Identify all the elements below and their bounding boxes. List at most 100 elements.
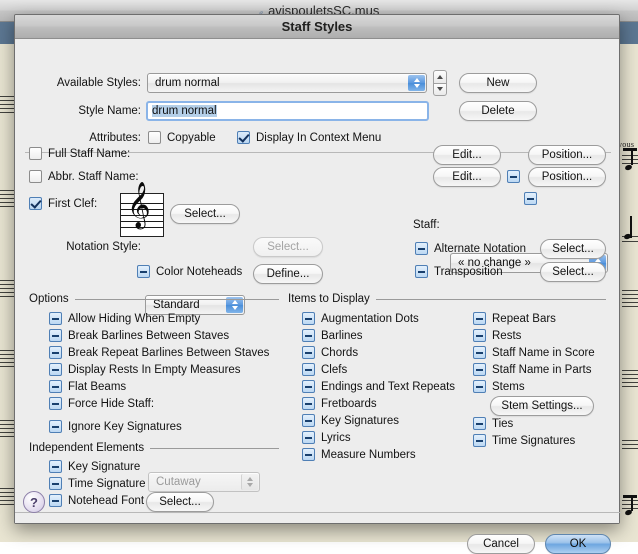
notehead-font-checkbox[interactable]: [49, 494, 62, 507]
clefs-checkbox[interactable]: [302, 363, 315, 376]
time-signatures-checkbox[interactable]: [473, 434, 486, 447]
staff-name-in-parts-checkbox[interactable]: [473, 363, 486, 376]
fretboards-checkbox[interactable]: [302, 397, 315, 410]
repeat-bars-checkbox[interactable]: [473, 312, 486, 325]
full-staff-name-edit-button[interactable]: Edit...: [433, 145, 501, 165]
display-time-signatures[interactable]: Time Signatures: [473, 434, 575, 447]
display-repeat-bars[interactable]: Repeat Bars: [473, 312, 556, 325]
break-barlines-between-staves-checkbox[interactable]: [49, 329, 62, 342]
treble-clef-icon: 𝄞: [127, 185, 151, 225]
staff-popup-label: Staff:: [413, 219, 440, 231]
rests-checkbox[interactable]: [473, 329, 486, 342]
option-break-barlines-between-staves[interactable]: Break Barlines Between Staves: [49, 329, 229, 342]
display-rests[interactable]: Rests: [473, 329, 521, 342]
time-signature-checkbox[interactable]: [49, 477, 62, 490]
help-button[interactable]: ?: [23, 491, 45, 513]
copyable-checkbox-row[interactable]: Copyable: [148, 131, 216, 144]
display-chords[interactable]: Chords: [302, 346, 358, 359]
copyable-checkbox[interactable]: [148, 131, 161, 144]
display-lyrics[interactable]: Lyrics: [302, 431, 351, 444]
popup-arrows-icon[interactable]: [408, 75, 425, 91]
alternate-notation-checkbox[interactable]: [415, 242, 428, 255]
rests-label: Rests: [492, 330, 521, 342]
display-rests-in-empty-measures-checkbox[interactable]: [49, 363, 62, 376]
option-force-hide-staff[interactable]: Force Hide Staff:: [49, 397, 154, 410]
ok-button[interactable]: OK: [545, 534, 611, 554]
full-staff-name-checkbox[interactable]: [29, 147, 42, 160]
independent-time-signature[interactable]: Time Signature: [49, 477, 146, 490]
ties-checkbox[interactable]: [473, 417, 486, 430]
lyrics-checkbox[interactable]: [302, 431, 315, 444]
option-break-repeat-barlines-between-staves[interactable]: Break Repeat Barlines Between Staves: [49, 346, 269, 359]
abbr-staff-name-row[interactable]: Abbr. Staff Name:: [29, 170, 139, 183]
force-hide-staff-checkbox[interactable]: [49, 397, 62, 410]
display-stems[interactable]: Stems: [473, 380, 525, 393]
measure-numbers-checkbox[interactable]: [302, 448, 315, 461]
available-styles-popup[interactable]: drum normal: [147, 73, 427, 93]
ignore-key-signatures-checkbox[interactable]: [49, 420, 62, 433]
full-staff-name-position-checkbox[interactable]: [507, 170, 520, 183]
endings-and-text-repeats-checkbox[interactable]: [302, 380, 315, 393]
display-measure-numbers[interactable]: Measure Numbers: [302, 448, 416, 461]
allow-hiding-when-empty-checkbox[interactable]: [49, 312, 62, 325]
stepper-up-icon[interactable]: [433, 70, 447, 83]
lyrics-label: Lyrics: [321, 432, 351, 444]
alternate-notation-row[interactable]: Alternate Notation: [415, 242, 526, 255]
display-clefs[interactable]: Clefs: [302, 363, 347, 376]
abbr-staff-name-position-checkbox[interactable]: [524, 192, 537, 205]
display-augmentation-dots[interactable]: Augmentation Dots: [302, 312, 419, 325]
independent-key-signature[interactable]: Key Signature: [49, 460, 140, 473]
footer-divider: [15, 512, 621, 513]
notehead-font-select-button[interactable]: Select...: [146, 492, 214, 512]
option-allow-hiding-when-empty[interactable]: Allow Hiding When Empty: [49, 312, 200, 325]
abbr-staff-name-position-button[interactable]: Position...: [528, 167, 606, 187]
color-noteheads-row[interactable]: Color Noteheads: [137, 265, 242, 278]
delete-button[interactable]: Delete: [459, 101, 537, 121]
color-noteheads-checkbox[interactable]: [137, 265, 150, 278]
display-in-context-menu-checkbox-row[interactable]: Display In Context Menu: [237, 131, 381, 144]
flat-beams-checkbox[interactable]: [49, 380, 62, 393]
first-clef-preview[interactable]: 𝄞: [120, 193, 164, 237]
key-signature-checkbox[interactable]: [49, 460, 62, 473]
break-repeat-barlines-between-staves-checkbox[interactable]: [49, 346, 62, 359]
staff-name-in-score-checkbox[interactable]: [473, 346, 486, 359]
transposition-row[interactable]: Transposition: [415, 265, 503, 278]
independent-notehead-font[interactable]: Notehead Font: [49, 494, 144, 507]
transposition-checkbox[interactable]: [415, 265, 428, 278]
color-noteheads-define-button[interactable]: Define...: [253, 264, 323, 284]
augmentation-dots-checkbox[interactable]: [302, 312, 315, 325]
option-ignore-key-signatures[interactable]: Ignore Key Signatures: [49, 420, 182, 433]
force-hide-staff-value: Cutaway: [156, 476, 201, 488]
display-ties[interactable]: Ties: [473, 417, 513, 430]
display-staff-name-in-score[interactable]: Staff Name in Score: [473, 346, 595, 359]
style-name-input[interactable]: drum normal: [146, 101, 429, 121]
first-clef-checkbox[interactable]: [29, 197, 42, 210]
barlines-checkbox[interactable]: [302, 329, 315, 342]
stem-settings-button[interactable]: Stem Settings...: [490, 396, 594, 416]
new-button[interactable]: New: [459, 73, 537, 93]
stepper-down-icon[interactable]: [433, 83, 447, 97]
copyable-label: Copyable: [167, 132, 216, 144]
alternate-notation-select-button[interactable]: Select...: [540, 239, 606, 259]
styles-stepper[interactable]: [433, 70, 447, 96]
full-staff-name-row[interactable]: Full Staff Name:: [29, 147, 130, 160]
full-staff-name-position-button[interactable]: Position...: [528, 145, 606, 165]
abbr-staff-name-checkbox[interactable]: [29, 170, 42, 183]
option-flat-beams[interactable]: Flat Beams: [49, 380, 126, 393]
dialog-body: Available Styles: drum normal New Style …: [15, 39, 619, 523]
display-endings-and-text-repeats[interactable]: Endings and Text Repeats: [302, 380, 455, 393]
cancel-button[interactable]: Cancel: [467, 534, 535, 554]
transposition-select-button[interactable]: Select...: [540, 262, 606, 282]
key-signatures-checkbox[interactable]: [302, 414, 315, 427]
first-clef-select-button[interactable]: Select...: [170, 204, 240, 224]
first-clef-row[interactable]: First Clef:: [29, 197, 97, 210]
abbr-staff-name-edit-button[interactable]: Edit...: [433, 167, 501, 187]
chords-checkbox[interactable]: [302, 346, 315, 359]
display-barlines[interactable]: Barlines: [302, 329, 363, 342]
display-key-signatures[interactable]: Key Signatures: [302, 414, 399, 427]
display-in-context-menu-checkbox[interactable]: [237, 131, 250, 144]
stems-checkbox[interactable]: [473, 380, 486, 393]
display-staff-name-in-parts[interactable]: Staff Name in Parts: [473, 363, 592, 376]
display-fretboards[interactable]: Fretboards: [302, 397, 377, 410]
option-display-rests-in-empty-measures[interactable]: Display Rests In Empty Measures: [49, 363, 241, 376]
